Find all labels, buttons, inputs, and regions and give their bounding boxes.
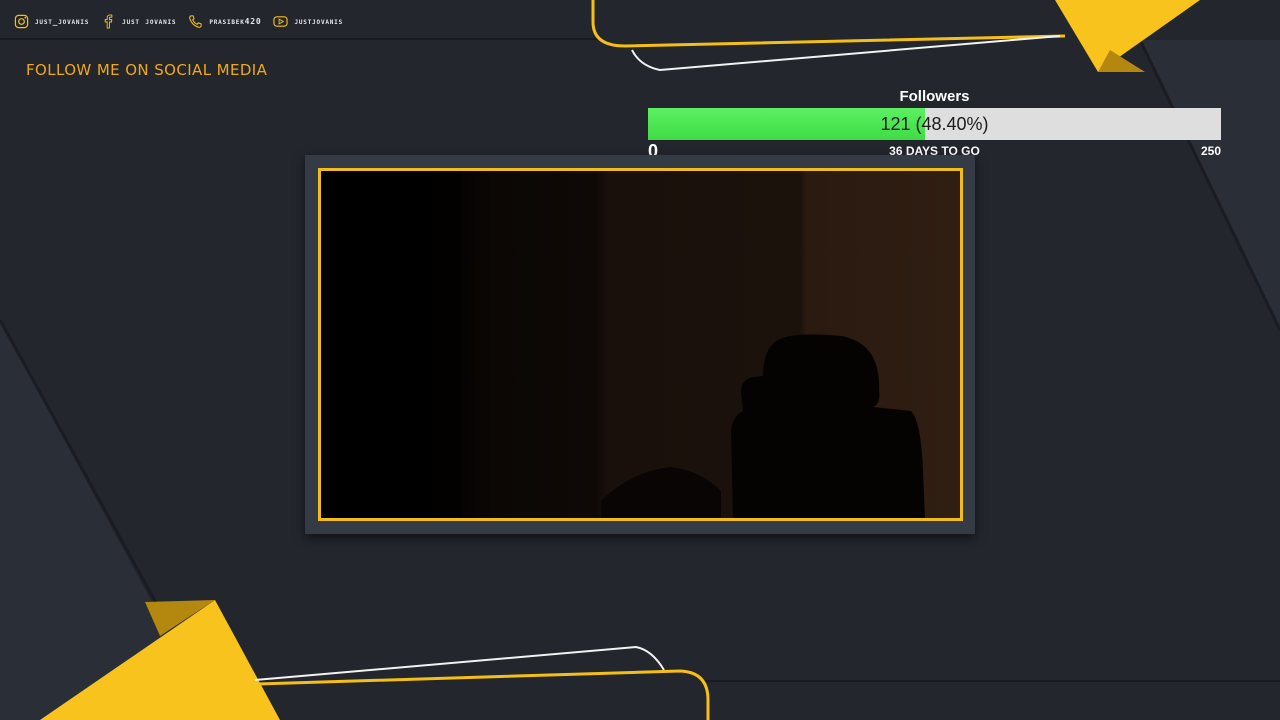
follow-social-title: FOLLOW ME ON SOCIAL MEDIA — [26, 61, 268, 79]
webcam-shadow-region — [321, 171, 461, 518]
phone-icon — [189, 14, 202, 28]
social-label-phone: prasibek420 — [209, 16, 262, 26]
social-item-youtube[interactable]: justjovanis — [273, 14, 343, 29]
instagram-icon — [14, 14, 29, 28]
social-label-instagram: just_jovanis — [35, 16, 90, 26]
social-item-instagram[interactable]: just_jovanis — [14, 14, 89, 29]
bottom-white-accent-line — [254, 645, 665, 681]
webcam-border — [318, 168, 963, 521]
social-links-bar: just_jovanis just jovanis prasibek420 ju… — [14, 12, 355, 30]
social-label-facebook: just jovanis — [122, 16, 177, 26]
webcam-feed — [321, 171, 960, 518]
youtube-icon — [273, 15, 289, 27]
stream-overlay: just_jovanis just jovanis prasibek420 ju… — [0, 0, 1280, 720]
room-object-silhouette — [601, 467, 721, 518]
followers-progress-value: 121 (48.40%) — [880, 114, 989, 134]
followers-goal-title: Followers — [899, 88, 970, 105]
social-item-facebook[interactable]: just jovanis — [101, 13, 177, 29]
bottom-yellow-accent-line — [257, 669, 710, 720]
chair-silhouette — [731, 334, 925, 518]
social-item-phone[interactable]: prasibek420 — [188, 14, 261, 29]
social-label-youtube: justjovanis — [294, 16, 344, 26]
webcam-scene — [321, 171, 925, 518]
followers-progress-bar: 121 (48.40%) — [648, 108, 1221, 140]
followers-max-label: 250 — [1200, 144, 1221, 158]
facebook-icon — [104, 13, 113, 29]
